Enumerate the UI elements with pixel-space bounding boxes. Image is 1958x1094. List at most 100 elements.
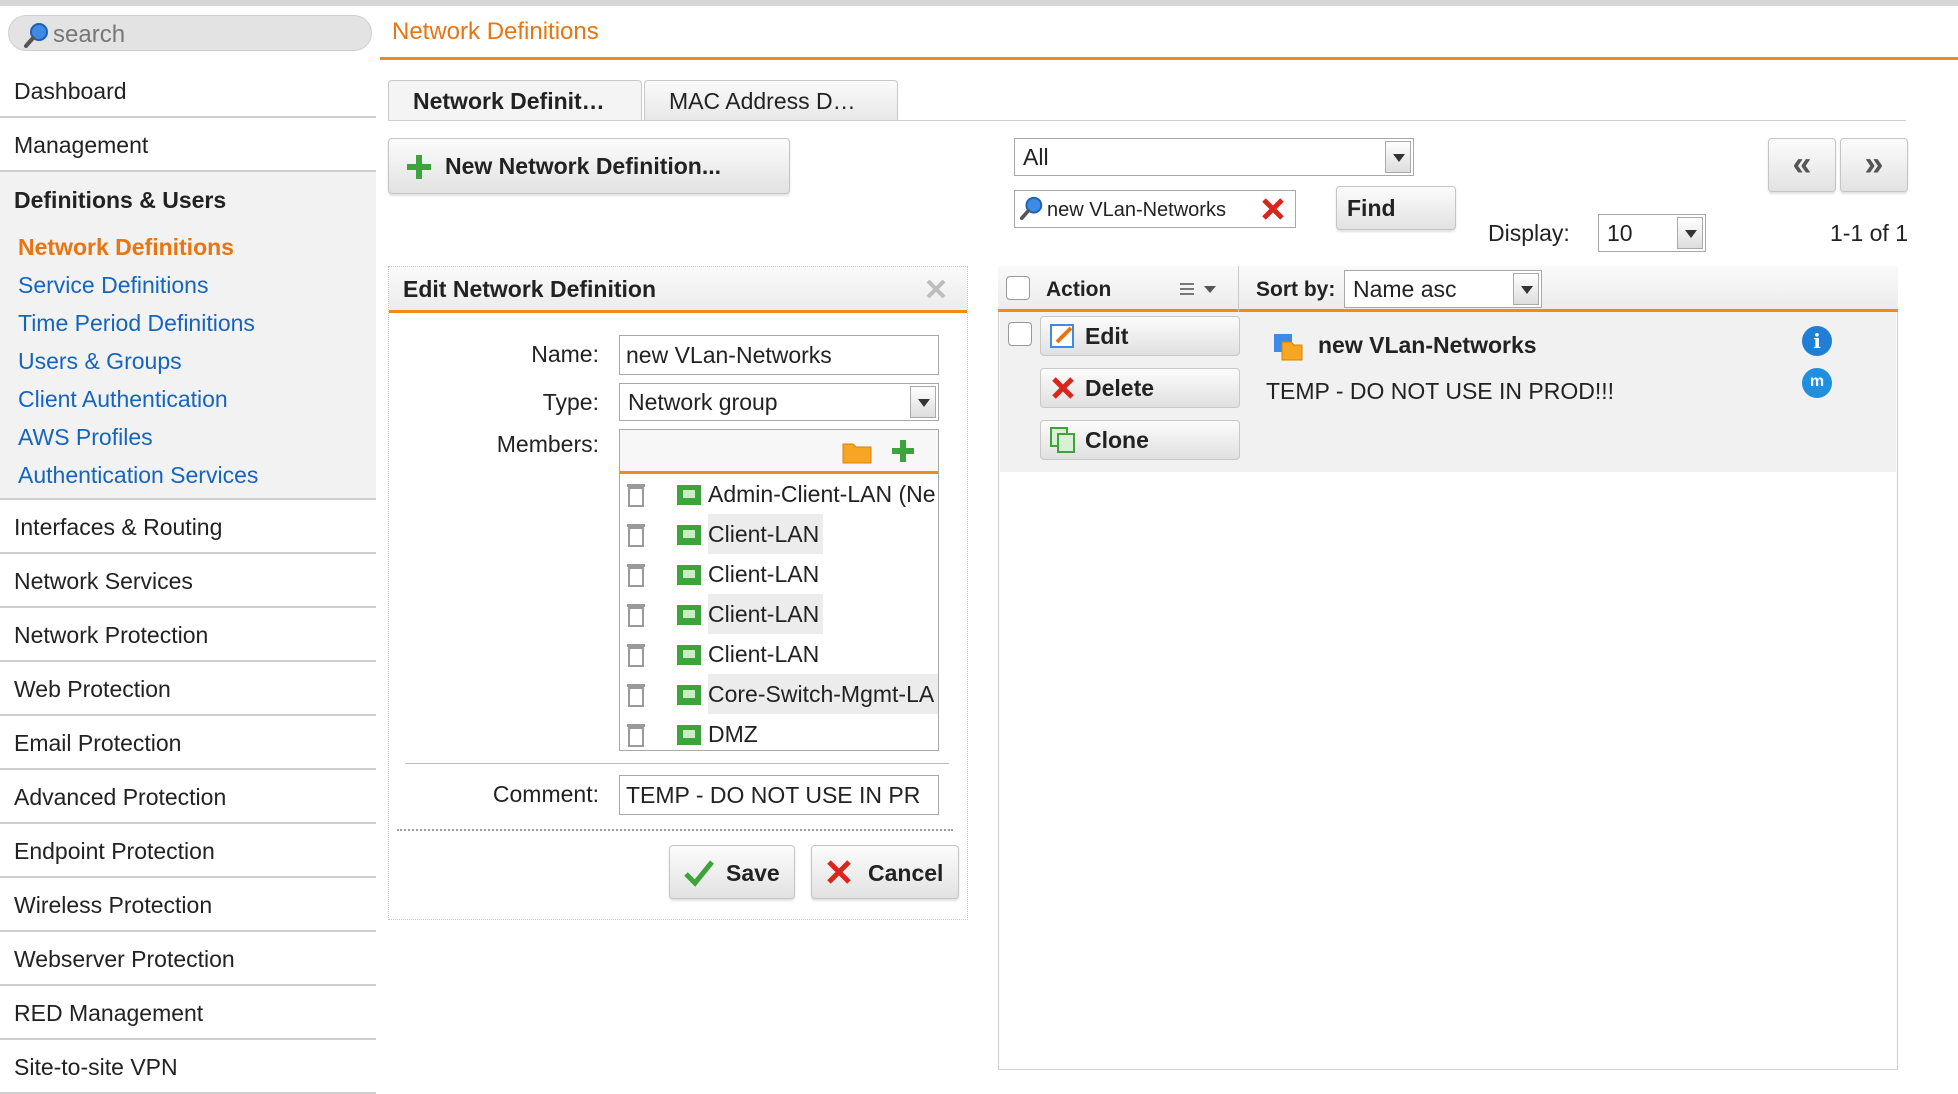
entry-name: new VLan-Networks <box>1318 332 1537 358</box>
add-member-icon[interactable] <box>890 438 916 464</box>
members-toolbar <box>620 430 938 474</box>
edit-panel-title: Edit Network Definition <box>403 276 656 302</box>
sidebar-subitem-time-period-definitions[interactable]: Time Period Definitions <box>18 304 376 342</box>
delete-x-icon <box>1052 377 1074 399</box>
comment-field[interactable]: TEMP - DO NOT USE IN PR <box>619 775 939 815</box>
edit-network-definition-panel: Edit Network Definition Name: new VLan-N… <box>388 266 968 920</box>
network-icon <box>677 485 701 505</box>
clone-icon <box>1050 427 1075 453</box>
row-checkbox[interactable] <box>1008 322 1032 346</box>
member-name: Core-Switch-Mgmt-LA <box>708 674 938 714</box>
save-label: Save <box>726 860 780 886</box>
display-count-value: 10 <box>1607 220 1633 246</box>
header-divider <box>380 57 1958 60</box>
member-name: DMZ <box>708 721 758 747</box>
member-row[interactable]: Client-LAN <box>620 634 938 674</box>
sidebar-section-definitions-users[interactable]: Definitions & Users <box>0 172 376 226</box>
member-row[interactable]: Client-LAN <box>620 594 938 634</box>
comment-label: Comment: <box>492 781 599 807</box>
tab-divider <box>388 120 1906 121</box>
network-group-icon <box>1274 334 1303 361</box>
sidebar-item-network-services[interactable]: Network Services <box>0 554 376 608</box>
search-input[interactable]: search <box>8 15 372 51</box>
action-header: Action <box>1046 278 1112 301</box>
m-icon[interactable]: m <box>1802 368 1832 398</box>
trash-icon[interactable] <box>626 602 646 628</box>
trash-icon[interactable] <box>626 522 646 548</box>
sidebar-item-webserver-protection[interactable]: Webserver Protection <box>0 932 376 986</box>
trash-icon[interactable] <box>626 722 646 748</box>
select-all-checkbox[interactable] <box>1006 276 1030 300</box>
info-icon[interactable]: i <box>1802 326 1832 356</box>
sidebar-item-endpoint-protection[interactable]: Endpoint Protection <box>0 824 376 878</box>
previous-page-button[interactable]: « <box>1768 138 1836 192</box>
sort-label: Sort by: <box>1256 278 1336 301</box>
save-button[interactable]: Save <box>669 845 795 899</box>
close-icon[interactable] <box>925 278 947 300</box>
find-button[interactable]: Find <box>1336 186 1456 230</box>
tab-network-definitions[interactable]: Network Definit… <box>388 80 642 120</box>
sidebar-item-network-protection[interactable]: Network Protection <box>0 608 376 662</box>
entry-comment: TEMP - DO NOT USE IN PROD!!! <box>1266 378 1615 404</box>
sidebar-item-management[interactable]: Management <box>0 118 376 172</box>
member-row[interactable]: Client-LAN <box>620 554 938 594</box>
sidebar-item-advanced-protection[interactable]: Advanced Protection <box>0 770 376 824</box>
sidebar-item-interfaces-routing[interactable]: Interfaces & Routing <box>0 500 376 554</box>
sidebar-item-dashboard[interactable]: Dashboard <box>0 64 376 118</box>
member-row[interactable]: Admin-Client-LAN (Ne <box>620 474 938 514</box>
sidebar-item-wireless-protection[interactable]: Wireless Protection <box>0 878 376 932</box>
member-name: Client-LAN <box>708 514 824 554</box>
search-icon <box>24 23 48 48</box>
edit-button[interactable]: Edit <box>1040 316 1240 356</box>
sidebar-subitem-network-definitions[interactable]: Network Definitions <box>18 228 376 266</box>
sidebar-subitem-authentication-services[interactable]: Authentication Services <box>18 456 376 494</box>
sidebar-item-site-to-site-vpn[interactable]: Site-to-site VPN <box>0 1040 376 1094</box>
network-icon <box>677 685 701 705</box>
member-row[interactable]: Client-LAN <box>620 514 938 554</box>
edit-label: Edit <box>1085 323 1129 349</box>
folder-icon[interactable] <box>842 440 872 464</box>
sidebar-item-web-protection[interactable]: Web Protection <box>0 662 376 716</box>
tab-mac-address-definitions[interactable]: MAC Address D… <box>644 80 898 120</box>
clone-button[interactable]: Clone <box>1040 420 1240 460</box>
filter-search-input[interactable]: new VLan-Networks <box>1014 190 1296 228</box>
sidebar: Dashboard Management Definitions & Users… <box>0 64 376 1094</box>
type-select[interactable]: Network group <box>619 383 939 421</box>
info-icon-glyph: i <box>1813 329 1821 353</box>
member-row[interactable]: Core-Switch-Mgmt-LA <box>620 674 938 714</box>
member-row[interactable]: DMZ <box>620 714 938 750</box>
scope-select-value: All <box>1023 144 1049 170</box>
display-count-select[interactable]: 10 <box>1598 214 1706 252</box>
new-network-definition-button[interactable]: New Network Definition... <box>388 138 790 194</box>
chevron-down-icon <box>1513 273 1539 305</box>
trash-icon[interactable] <box>626 682 646 708</box>
result-count: 1-1 of 1 <box>1830 220 1908 246</box>
trash-icon[interactable] <box>626 482 646 508</box>
form-divider <box>397 829 953 831</box>
members-list[interactable]: Admin-Client-LAN (Ne Client-LAN Client-L… <box>619 429 939 751</box>
sort-select[interactable]: Name asc <box>1344 270 1542 308</box>
next-page-button[interactable]: » <box>1840 138 1908 192</box>
edit-icon <box>1050 324 1074 348</box>
delete-label: Delete <box>1085 375 1155 401</box>
sidebar-subitem-aws-profiles[interactable]: AWS Profiles <box>18 418 376 456</box>
trash-icon[interactable] <box>626 562 646 588</box>
x-icon <box>827 860 851 884</box>
name-field[interactable]: new VLan-Networks <box>619 335 939 375</box>
member-name: Client-LAN <box>708 594 824 634</box>
trash-icon[interactable] <box>626 642 646 668</box>
cancel-button[interactable]: Cancel <box>811 845 959 899</box>
sidebar-subitem-users-groups[interactable]: Users & Groups <box>18 342 376 380</box>
sidebar-item-red-management[interactable]: RED Management <box>0 986 376 1040</box>
sidebar-subitem-client-authentication[interactable]: Client Authentication <box>18 380 376 418</box>
display-label: Display: <box>1488 220 1570 246</box>
name-label: Name: <box>531 341 599 367</box>
column-menu-icon[interactable] <box>1178 280 1222 300</box>
members-divider <box>405 763 949 764</box>
scope-select[interactable]: All <box>1014 138 1414 176</box>
delete-button[interactable]: Delete <box>1040 368 1240 408</box>
clear-search-icon[interactable] <box>1261 197 1285 221</box>
clone-label: Clone <box>1085 427 1149 453</box>
sidebar-item-email-protection[interactable]: Email Protection <box>0 716 376 770</box>
sidebar-subitem-service-definitions[interactable]: Service Definitions <box>18 266 376 304</box>
